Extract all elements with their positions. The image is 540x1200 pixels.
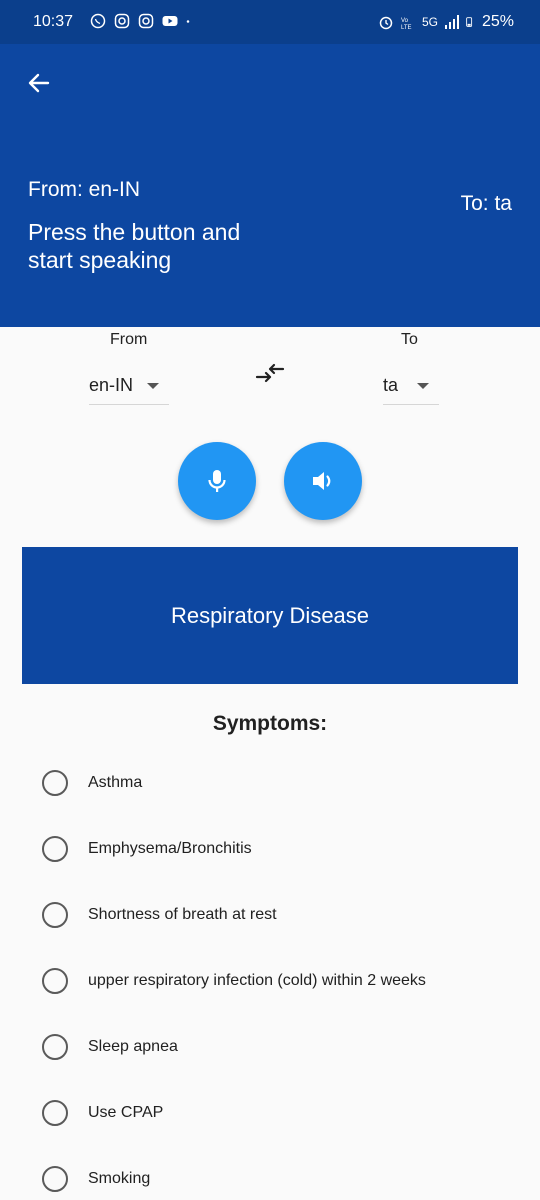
symptom-label: upper respiratory infection (cold) withi… — [88, 972, 426, 989]
symptoms-heading: Symptoms: — [212, 712, 328, 735]
speaker-button[interactable] — [284, 442, 362, 520]
symptom-label: Emphysema/Bronchitis — [88, 840, 252, 857]
status-bar: 10:37 Vo LTE 5G 25% — [0, 0, 540, 44]
app-header: From: en-IN To: ta Press the button and … — [0, 44, 540, 327]
volte-icon: VoLTE — [401, 18, 412, 30]
from-language-text: From: en-IN — [28, 178, 141, 201]
symptom-label: Asthma — [88, 774, 143, 791]
radio-button-icon[interactable] — [42, 836, 68, 862]
symptom-option[interactable]: upper respiratory infection (cold) withi… — [0, 948, 540, 1014]
symptom-label: Use CPAP — [88, 1104, 164, 1121]
svg-text:LTE: LTE — [401, 25, 412, 30]
from-label: From — [110, 331, 148, 348]
to-language-dropdown[interactable]: ta — [383, 361, 439, 405]
symptom-label: Shortness of breath at rest — [88, 906, 277, 923]
instagram-icon — [114, 13, 130, 29]
back-arrow-icon — [28, 73, 50, 93]
radio-button-icon[interactable] — [42, 968, 68, 994]
speak-prompt: Press the button and start speaking — [28, 219, 241, 273]
dot-icon — [186, 20, 190, 23]
radio-button-icon[interactable] — [42, 902, 68, 928]
radio-button-icon[interactable] — [42, 1100, 68, 1126]
swap-icon — [255, 363, 285, 383]
to-language-value: ta — [383, 375, 399, 395]
notification-icons — [90, 13, 194, 29]
category-title: Respiratory Disease — [170, 602, 370, 628]
to-language-text: To: ta — [460, 192, 512, 215]
mic-button[interactable] — [178, 442, 256, 520]
radio-button-icon[interactable] — [42, 770, 68, 796]
symptom-option[interactable]: Use CPAP — [0, 1080, 540, 1146]
from-language-value: en-IN — [89, 375, 134, 395]
symptom-option[interactable]: Sleep apnea — [0, 1014, 540, 1080]
system-status: Vo LTE 5G 25% — [378, 13, 514, 31]
svg-text:Vo: Vo — [401, 18, 409, 24]
symptom-label: Sleep apnea — [88, 1038, 178, 1055]
mic-icon — [208, 470, 226, 492]
swap-languages-button[interactable] — [254, 360, 286, 388]
category-banner: Respiratory Disease — [22, 547, 518, 684]
network-type: 5G — [421, 15, 438, 29]
signal-icon — [444, 15, 459, 29]
whatsapp-icon — [90, 13, 106, 29]
status-time: 10:37 — [33, 13, 74, 30]
from-language-dropdown[interactable]: en-IN — [89, 361, 169, 405]
symptom-option[interactable]: Asthma — [0, 750, 540, 816]
battery-percent: 25% — [481, 13, 514, 30]
symptom-option[interactable]: Emphysema/Bronchitis — [0, 816, 540, 882]
symptom-option[interactable]: Shortness of breath at rest — [0, 882, 540, 948]
to-label: To — [401, 331, 418, 348]
speaker-icon — [313, 472, 331, 490]
radio-button-icon[interactable] — [42, 1166, 68, 1192]
alarm-icon — [379, 16, 393, 30]
back-button[interactable] — [24, 68, 54, 98]
symptom-option[interactable]: Smoking — [0, 1146, 540, 1200]
battery-icon — [466, 17, 473, 27]
radio-button-icon[interactable] — [42, 1034, 68, 1060]
dropdown-caret-icon — [417, 383, 429, 389]
dropdown-caret-icon — [147, 383, 159, 389]
youtube-icon — [162, 16, 178, 26]
symptom-label: Smoking — [88, 1170, 151, 1187]
instagram-icon — [138, 13, 154, 29]
